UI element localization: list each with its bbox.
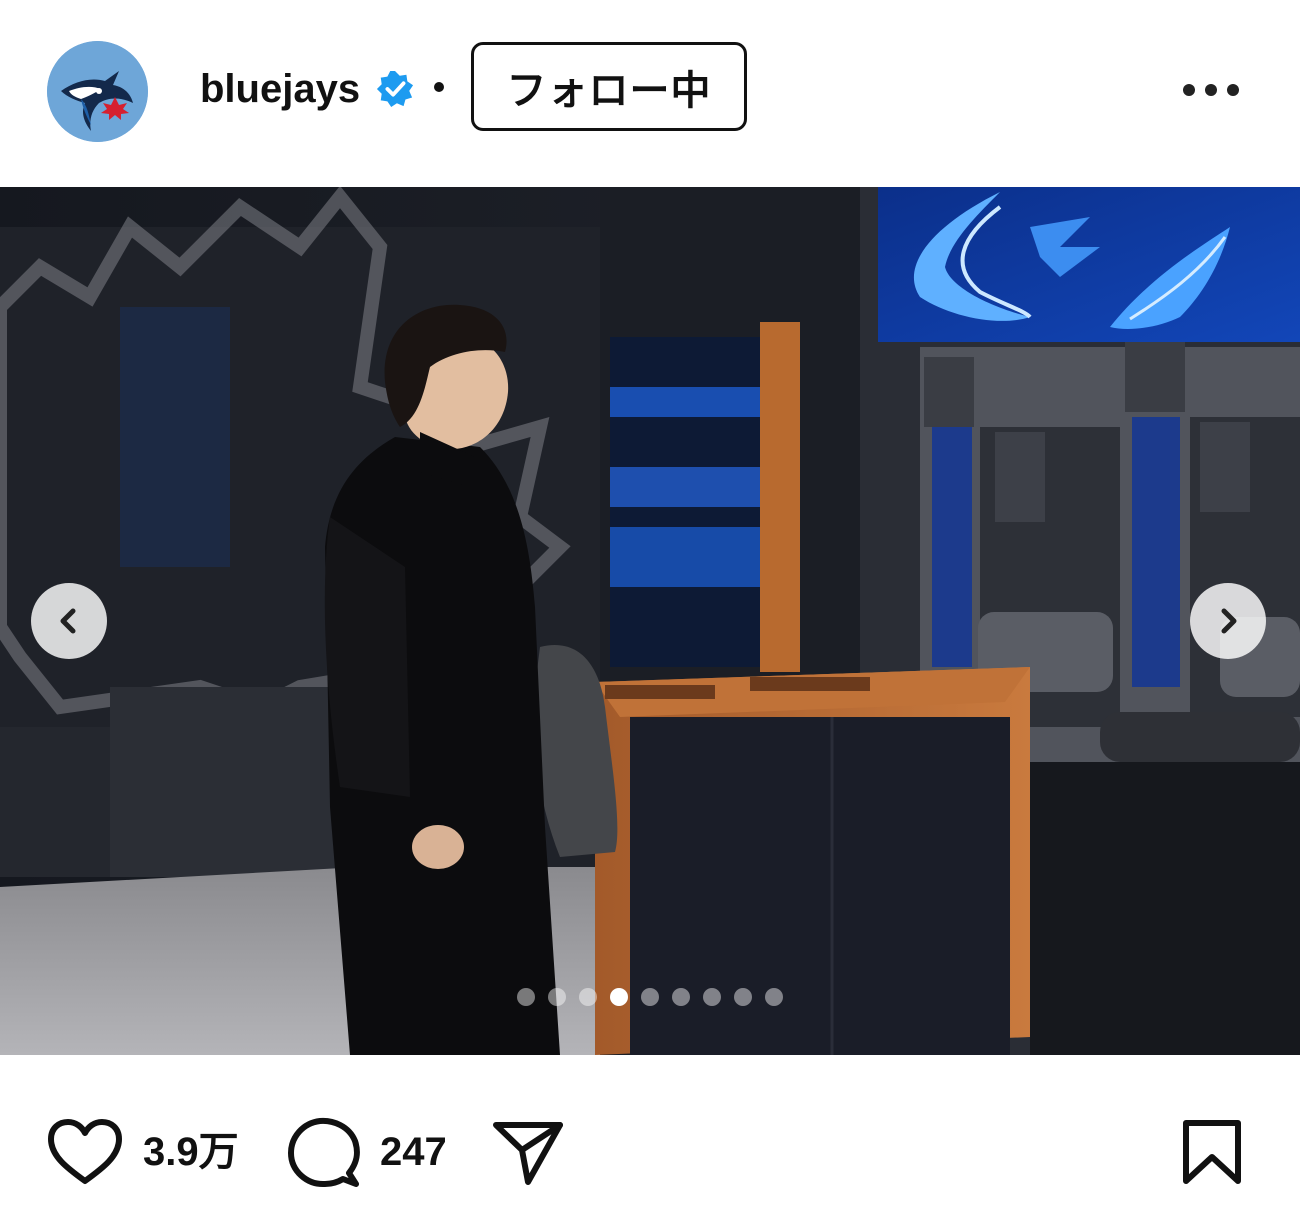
- post-photo[interactable]: [0, 187, 1300, 1055]
- post-image: [0, 187, 1300, 1055]
- bookmark-icon[interactable]: [1182, 1119, 1242, 1185]
- carousel-dot: [765, 988, 783, 1006]
- heart-icon[interactable]: [47, 1118, 123, 1186]
- carousel-dot: [641, 988, 659, 1006]
- share-icon[interactable]: [492, 1120, 564, 1186]
- separator-dot: [434, 82, 444, 92]
- following-button[interactable]: フォロー中: [471, 42, 747, 131]
- carousel-next-button[interactable]: [1190, 583, 1266, 659]
- comment-icon[interactable]: [287, 1117, 361, 1189]
- verified-badge-icon: [376, 70, 414, 108]
- carousel-indicator: [0, 988, 1300, 1008]
- bluejays-logo-icon: [47, 41, 148, 142]
- carousel-prev-button[interactable]: [31, 583, 107, 659]
- carousel-dot-active: [610, 988, 628, 1006]
- chevron-right-icon: [1221, 608, 1237, 634]
- carousel-dot: [703, 988, 721, 1006]
- carousel-dot: [579, 988, 597, 1006]
- carousel-dot: [548, 988, 566, 1006]
- profile-avatar[interactable]: [47, 41, 148, 142]
- like-count[interactable]: 3.9万: [143, 1127, 239, 1177]
- carousel-dot: [672, 988, 690, 1006]
- carousel-dot: [517, 988, 535, 1006]
- username-link[interactable]: bluejays: [200, 64, 360, 114]
- more-options-icon[interactable]: [1183, 84, 1239, 98]
- comment-count[interactable]: 247: [380, 1127, 447, 1177]
- chevron-left-icon: [60, 608, 76, 634]
- carousel-dot: [734, 988, 752, 1006]
